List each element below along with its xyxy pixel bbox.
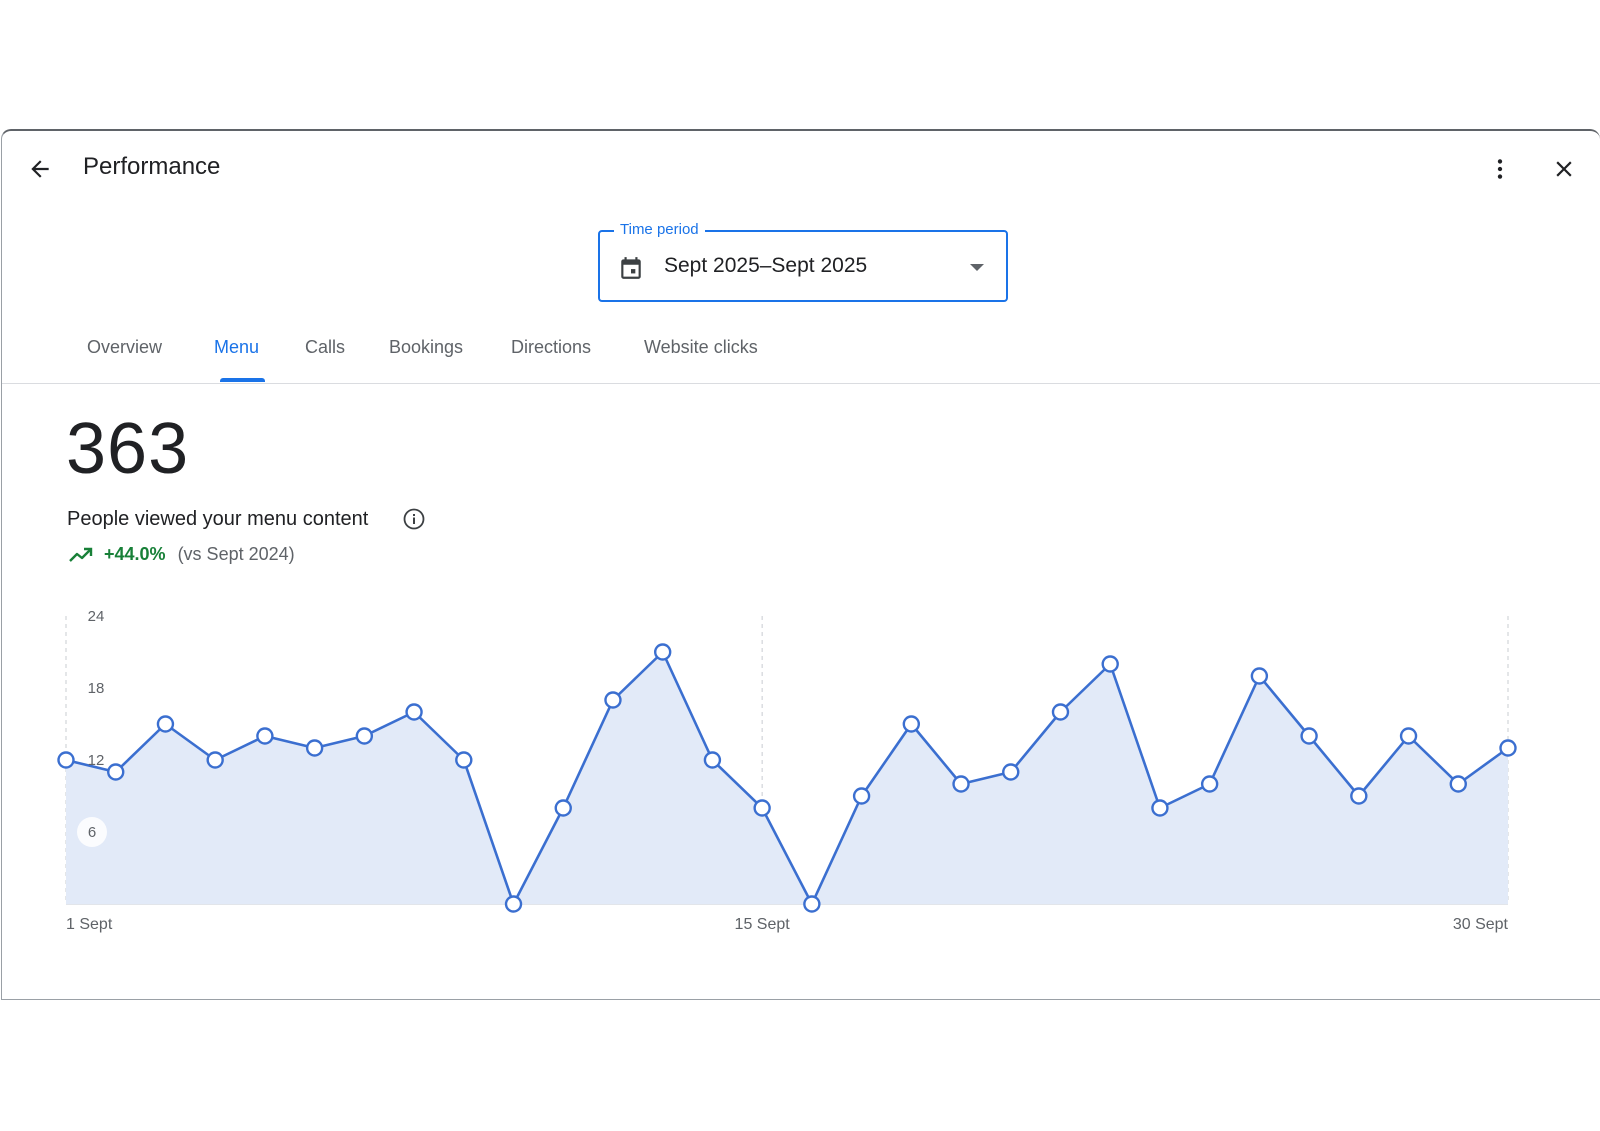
data-point[interactable]	[1151, 799, 1169, 817]
data-point[interactable]	[455, 751, 473, 769]
tab-menu[interactable]: Menu	[214, 337, 259, 358]
data-point[interactable]	[1449, 775, 1467, 793]
tab-calls[interactable]: Calls	[305, 337, 345, 358]
data-point[interactable]	[1399, 727, 1418, 745]
data-point[interactable]	[1002, 763, 1020, 781]
dropdown-arrow-icon	[970, 264, 984, 271]
close-button[interactable]	[1544, 149, 1584, 189]
tab-directions[interactable]: Directions	[511, 337, 591, 358]
x-tick-label: 15 Sept	[735, 916, 791, 933]
time-period-select[interactable]: Time period Sept 2025–Sept 2025	[598, 221, 1008, 302]
data-point[interactable]	[206, 751, 224, 769]
back-button[interactable]	[20, 149, 60, 189]
data-point[interactable]	[504, 895, 523, 913]
metric-label: People viewed your menu content	[67, 508, 369, 530]
tab-bookings[interactable]: Bookings	[389, 337, 463, 358]
data-point[interactable]	[703, 751, 722, 769]
data-point[interactable]	[1051, 703, 1070, 721]
active-tab-indicator	[220, 378, 265, 382]
data-point[interactable]	[1499, 739, 1517, 757]
data-point[interactable]	[852, 787, 871, 805]
area-fill	[66, 652, 1508, 904]
x-tick-label: 1 Sept	[66, 916, 113, 933]
tab-website-clicks[interactable]: Website clicks	[644, 337, 758, 358]
calendar-icon	[621, 257, 641, 279]
arrow-back-icon	[31, 160, 49, 178]
trend-comparison: (vs Sept 2024)	[177, 544, 295, 564]
data-point[interactable]	[753, 799, 771, 817]
more-vert-icon	[1497, 159, 1503, 179]
time-period-value: Sept 2025–Sept 2025	[664, 254, 868, 277]
data-point[interactable]	[1350, 787, 1368, 805]
data-point[interactable]	[1300, 727, 1318, 745]
y-tick-label: 18	[88, 680, 105, 697]
data-point[interactable]	[355, 727, 374, 745]
data-point[interactable]	[902, 715, 921, 733]
y-tick-label: 12	[88, 752, 105, 769]
data-point[interactable]	[653, 643, 672, 661]
data-point[interactable]	[952, 775, 970, 793]
data-point[interactable]	[1250, 667, 1269, 685]
data-point[interactable]	[554, 799, 572, 817]
data-point[interactable]	[156, 715, 175, 733]
page-title: Performance	[83, 153, 221, 180]
menu-views-chart: 6 12 18 24 1 Sept 15 Sept 30 Sept	[57, 608, 1517, 933]
more-options-button[interactable]	[1480, 149, 1520, 189]
y-tick-label: 6	[88, 824, 96, 841]
performance-dialog: Performance Time period Sept 2025–Sept 2…	[1, 129, 1600, 1000]
trending-up-icon	[69, 547, 93, 562]
data-point[interactable]	[256, 727, 274, 745]
data-point[interactable]	[405, 703, 423, 721]
y-tick-label: 24	[88, 608, 105, 625]
data-point[interactable]	[305, 739, 324, 757]
info-icon[interactable]	[402, 507, 426, 531]
trend-row: +44.0% (vs Sept 2024)	[68, 544, 295, 565]
trend-percentage: +44.0%	[104, 544, 166, 564]
tab-overview[interactable]: Overview	[87, 337, 162, 358]
data-point[interactable]	[57, 751, 75, 769]
x-tick-label: 30 Sept	[1453, 916, 1509, 933]
data-point[interactable]	[803, 895, 821, 913]
tab-bar: Overview Menu Calls Bookings Directions …	[2, 317, 1600, 384]
data-point[interactable]	[1200, 775, 1219, 793]
data-point[interactable]	[107, 763, 125, 781]
close-icon	[1556, 161, 1572, 177]
data-point[interactable]	[604, 691, 622, 709]
time-period-label: Time period	[614, 221, 705, 238]
metric-value: 363	[66, 409, 190, 489]
data-point[interactable]	[1101, 655, 1119, 673]
